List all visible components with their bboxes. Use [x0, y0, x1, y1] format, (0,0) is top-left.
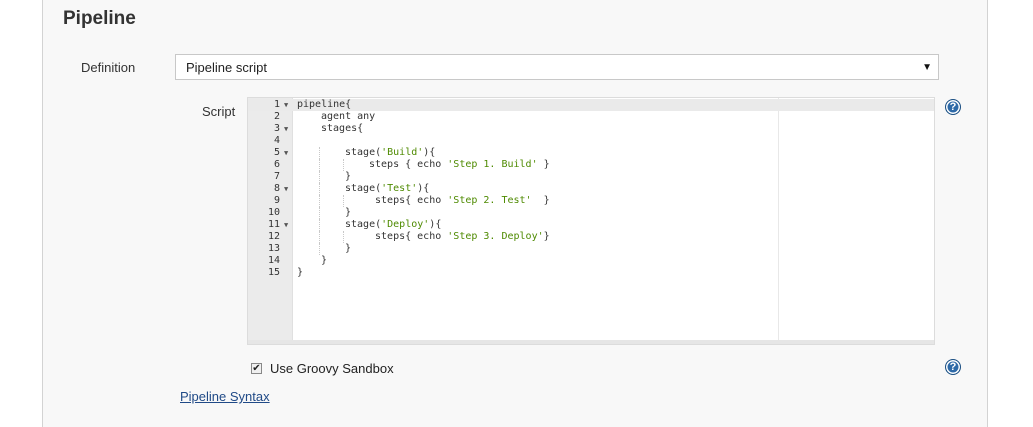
indent-guide — [319, 171, 320, 183]
code-text: stage('Deploy'){ — [345, 219, 442, 230]
indent-guide — [319, 147, 320, 159]
code-text: } — [297, 267, 304, 278]
indent-guide — [343, 159, 344, 171]
code-line: 12 steps{ echo 'Step 3. Deploy'} — [248, 231, 934, 243]
code-text: } — [345, 243, 352, 254]
section-title: Pipeline — [63, 8, 136, 29]
code-line: 7} — [248, 171, 934, 183]
line-number: 14 — [267, 255, 280, 266]
code-line: 6 steps { echo 'Step 1. Build' } — [248, 159, 934, 171]
code-text: stages{ — [321, 123, 364, 134]
code-text: agent any — [321, 111, 376, 122]
line-number: 12 — [267, 231, 280, 242]
indent-guide — [319, 207, 320, 219]
code-line: 15} — [248, 267, 934, 279]
code-text: steps{ echo 'Step 2. Test' } — [369, 195, 550, 206]
line-number: 9 — [273, 195, 280, 206]
pipeline-section: Pipeline Definition Pipeline script ▼ Sc… — [42, 0, 988, 427]
definition-select[interactable]: Pipeline script ▼ — [175, 54, 939, 80]
code-line: 2 agent any — [248, 111, 934, 123]
code-line: 9 steps{ echo 'Step 2. Test' } — [248, 195, 934, 207]
groovy-sandbox-checkbox[interactable]: ✔ — [251, 363, 262, 374]
code-line: 13} — [248, 243, 934, 255]
definition-selected-value: Pipeline script — [186, 60, 267, 75]
code-line: 4 — [248, 135, 934, 147]
indent-guide — [319, 183, 320, 195]
indent-guide — [319, 159, 320, 171]
indent-guide — [319, 243, 320, 255]
fold-arrow-icon[interactable]: ▼ — [284, 219, 288, 231]
help-icon[interactable]: ? — [945, 359, 961, 375]
code-text: stage('Build'){ — [345, 147, 436, 158]
line-number: 4 — [273, 135, 280, 146]
checkmark-icon: ✔ — [252, 363, 261, 374]
code-line: 5 ▼ stage('Build'){ — [248, 147, 934, 159]
code-text: steps{ echo 'Step 3. Deploy'} — [369, 231, 550, 242]
fold-arrow-icon[interactable]: ▼ — [284, 147, 288, 159]
help-icon[interactable]: ? — [945, 99, 961, 115]
code-line: 10} — [248, 207, 934, 219]
line-number: 6 — [273, 159, 280, 170]
line-number: 13 — [267, 243, 280, 254]
code-text: steps { echo 'Step 1. Build' } — [369, 159, 550, 170]
indent-guide — [319, 195, 320, 207]
line-number: 5 — [273, 147, 280, 158]
fold-arrow-icon[interactable]: ▼ — [284, 99, 288, 111]
code-text: } — [345, 207, 352, 218]
groovy-sandbox-label: Use Groovy Sandbox — [270, 361, 394, 376]
line-number: 10 — [267, 207, 280, 218]
code-line: 3 ▼ stages{ — [248, 123, 934, 135]
line-number: 2 — [273, 111, 280, 122]
pipeline-syntax-link[interactable]: Pipeline Syntax — [180, 389, 270, 404]
line-number: 1 — [273, 99, 280, 110]
code-text: } — [321, 255, 328, 266]
line-number: 7 — [273, 171, 280, 182]
code-line: 1 ▼ pipeline{ — [248, 99, 934, 111]
line-number: 8 — [273, 183, 280, 194]
editor-resize-bar[interactable] — [248, 340, 934, 344]
fold-arrow-icon[interactable]: ▼ — [284, 183, 288, 195]
code-text: pipeline{ — [297, 99, 352, 110]
line-number: 11 — [267, 219, 280, 230]
code-line: 8 ▼ stage('Test'){ — [248, 183, 934, 195]
definition-label: Definition — [81, 60, 136, 75]
indent-guide — [319, 231, 320, 243]
indent-guide — [343, 231, 344, 243]
indent-guide — [319, 219, 320, 231]
indent-guide — [343, 195, 344, 207]
script-editor[interactable]: 1 ▼ pipeline{ 2 agent any 3 ▼ stages{ 4 5 ▼ stage('… — [247, 97, 935, 345]
fold-arrow-icon[interactable]: ▼ — [284, 123, 288, 135]
code-line: 14} — [248, 255, 934, 267]
line-number: 15 — [267, 267, 280, 278]
code-text: } — [345, 171, 352, 182]
code-text: stage('Test'){ — [345, 183, 430, 194]
script-label: Script — [202, 104, 236, 119]
line-number: 3 — [273, 123, 280, 134]
code-line: 11 ▼ stage('Deploy'){ — [248, 219, 934, 231]
dropdown-arrow-icon: ▼ — [922, 62, 932, 73]
